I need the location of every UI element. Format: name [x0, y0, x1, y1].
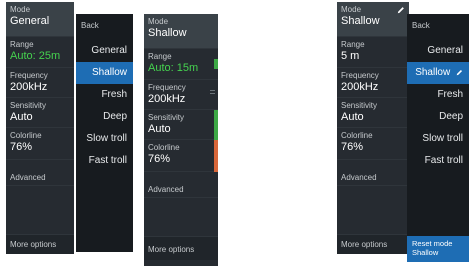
pencil-icon — [456, 69, 463, 76]
sensitivity-value: Auto — [10, 111, 33, 123]
submenu-item-general[interactable]: General — [407, 40, 469, 62]
advanced-item[interactable]: Advanced — [337, 160, 409, 186]
sensitivity-indicator — [214, 110, 218, 140]
frequency-tick — [210, 90, 215, 91]
submenu-item-fast-troll[interactable]: Fast troll — [407, 150, 469, 172]
frequency-value: 200kHz — [10, 81, 48, 93]
sensitivity-value: Auto — [148, 123, 171, 135]
mode-value: Shallow — [148, 27, 187, 39]
colorline-label: Colorline — [341, 131, 373, 140]
advanced-label: Advanced — [341, 173, 377, 182]
submenu-item-slow-troll[interactable]: Slow troll — [76, 128, 133, 150]
range-label: Range — [341, 40, 365, 49]
submenu-item-general[interactable]: General — [76, 40, 133, 62]
frequency-label: Frequency — [341, 71, 379, 80]
back-label: Back — [81, 21, 99, 30]
frequency-label: Frequency — [10, 71, 48, 80]
submenu-item-shallow[interactable]: Shallow — [76, 62, 133, 84]
range-item[interactable]: Range Auto: 25m — [6, 37, 74, 68]
mode-item[interactable]: Mode Shallow — [144, 14, 218, 49]
colorline-value: 76% — [10, 141, 33, 153]
pencil-icon — [397, 7, 404, 14]
submenu-item-fresh[interactable]: Fresh — [407, 84, 469, 106]
sensitivity-label: Sensitivity — [148, 113, 185, 122]
range-value: Auto: 15m — [148, 62, 199, 74]
more-options-button[interactable]: More options — [337, 234, 409, 254]
colorline-item[interactable]: Colorline 76% — [144, 140, 218, 172]
sensitivity-item[interactable]: Sensitivity Auto — [337, 98, 409, 128]
mode-submenu-2: Back General Shallow Fresh Deep Slow tro… — [407, 14, 469, 262]
colorline-item[interactable]: Colorline 76% — [6, 128, 74, 160]
submenu-item-fresh[interactable]: Fresh — [76, 84, 133, 106]
reset-mode-label: Reset mode — [412, 239, 453, 248]
colorline-indicator — [214, 140, 218, 172]
colorline-label: Colorline — [10, 131, 42, 140]
side-panel-3: Mode Shallow Range 5 m Frequency 200kHz … — [337, 2, 409, 254]
mode-item[interactable]: Mode General — [6, 2, 74, 37]
sensitivity-item[interactable]: Sensitivity Auto — [6, 98, 74, 128]
frequency-value: 200kHz — [148, 93, 186, 105]
mode-item[interactable]: Mode Shallow — [337, 2, 409, 37]
frequency-item[interactable]: Frequency 200kHz — [144, 80, 218, 110]
colorline-label: Colorline — [148, 143, 180, 152]
more-options-label: More options — [10, 240, 57, 249]
more-options-label: More options — [341, 240, 388, 249]
advanced-item[interactable]: Advanced — [144, 172, 218, 198]
range-item[interactable]: Range 5 m — [337, 37, 409, 68]
more-options-button[interactable]: More options — [6, 234, 74, 254]
back-button[interactable]: Back — [407, 14, 469, 40]
mode-label: Mode — [10, 5, 31, 14]
advanced-item[interactable]: Advanced — [6, 160, 74, 186]
colorline-value: 76% — [341, 141, 364, 153]
more-options-label: More options — [148, 245, 195, 254]
frequency-tick — [210, 93, 215, 94]
advanced-label: Advanced — [148, 185, 184, 194]
range-value: 5 m — [341, 50, 360, 62]
more-options-button[interactable]: More options — [144, 236, 218, 260]
sensitivity-label: Sensitivity — [341, 101, 378, 110]
reset-mode-button[interactable]: Reset mode Shallow — [407, 236, 469, 262]
advanced-label: Advanced — [10, 173, 46, 182]
sensitivity-label: Sensitivity — [10, 101, 47, 110]
submenu-item-fast-troll[interactable]: Fast troll — [76, 150, 133, 172]
mode-value: Shallow — [341, 15, 380, 27]
mode-label: Mode — [148, 17, 169, 26]
back-button[interactable]: Back — [76, 14, 133, 40]
colorline-value: 76% — [148, 153, 171, 165]
range-label: Range — [148, 52, 172, 61]
submenu-item-deep[interactable]: Deep — [76, 106, 133, 128]
frequency-item[interactable]: Frequency 200kHz — [337, 68, 409, 98]
range-label: Range — [10, 40, 34, 49]
range-item[interactable]: Range Auto: 15m — [144, 49, 218, 80]
submenu-item-shallow[interactable]: Shallow — [407, 62, 469, 84]
back-label: Back — [412, 21, 430, 30]
frequency-value: 200kHz — [341, 81, 379, 93]
reset-mode-target: Shallow — [412, 248, 439, 257]
submenu-item-deep[interactable]: Deep — [407, 106, 469, 128]
sensitivity-item[interactable]: Sensitivity Auto — [144, 110, 218, 140]
frequency-item[interactable]: Frequency 200kHz — [6, 68, 74, 98]
frequency-label: Frequency — [148, 83, 186, 92]
side-panel-1: Mode General Range Auto: 25m Frequency 2… — [6, 2, 74, 254]
range-slider-indicator — [214, 59, 218, 69]
mode-value: General — [10, 15, 50, 27]
submenu-item-shallow-label: Shallow — [415, 67, 451, 78]
colorline-item[interactable]: Colorline 76% — [337, 128, 409, 160]
range-value: Auto: 25m — [10, 50, 61, 62]
mode-submenu-1: Back General Shallow Fresh Deep Slow tro… — [76, 14, 133, 252]
side-panel-2: Mode Shallow Range Auto: 15m Frequency 2… — [144, 14, 218, 266]
sensitivity-value: Auto — [341, 111, 364, 123]
submenu-item-slow-troll[interactable]: Slow troll — [407, 128, 469, 150]
